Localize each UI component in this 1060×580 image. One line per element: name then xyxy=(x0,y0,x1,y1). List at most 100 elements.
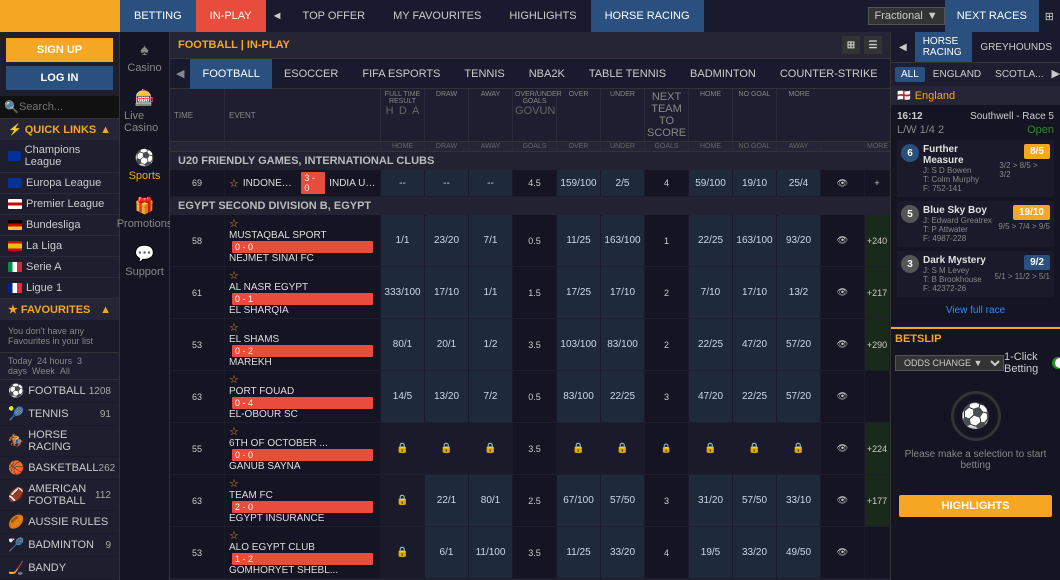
view-full-race[interactable]: View full race xyxy=(897,301,1054,320)
m63a-away[interactable]: 7/2 xyxy=(469,371,513,422)
side-nav-promotions[interactable]: 🎁 Promotions xyxy=(120,190,169,236)
m63b-away[interactable]: 80/1 xyxy=(469,475,513,526)
match-69-nts-away[interactable]: 25/4 xyxy=(777,170,821,196)
m58-nts-ng[interactable]: 163/100 xyxy=(733,215,777,266)
m53b-draw[interactable]: 6/1 xyxy=(425,527,469,578)
quick-link-seriea[interactable]: Serie A xyxy=(0,257,119,278)
tab-football[interactable]: FOOTBALL xyxy=(190,59,271,89)
m61-star[interactable]: ☆ xyxy=(229,269,376,282)
m63a-more[interactable] xyxy=(865,371,890,422)
m61-draw[interactable]: 17/10 xyxy=(425,267,469,318)
m53b-star[interactable]: ☆ xyxy=(229,529,376,542)
m53a-home[interactable]: 80/1 xyxy=(381,319,425,370)
side-nav-live-casino[interactable]: 🎰 Live Casino xyxy=(120,82,169,140)
tab-table-tennis[interactable]: TABLE TENNIS xyxy=(577,59,678,89)
country-scotland[interactable]: SCOTLA... xyxy=(989,67,1049,82)
m61-eye[interactable]: 👁 xyxy=(821,267,865,318)
sport-badminton[interactable]: 🏸BADMINTON 9 xyxy=(0,534,119,557)
m63b-under[interactable]: 57/50 xyxy=(601,475,645,526)
m63b-star[interactable]: ☆ xyxy=(229,477,376,490)
tab-badminton[interactable]: BADMINTON xyxy=(678,59,768,89)
one-click-toggle[interactable] xyxy=(1052,357,1060,369)
side-nav-sports[interactable]: ⚽ Sports xyxy=(120,142,169,188)
nav-my-favourites[interactable]: MY FAVOURITES xyxy=(379,0,495,32)
match-row-58[interactable]: 58 ☆ MUSTAQBAL SPORT 0 - 0 NEJMET SINAI … xyxy=(170,215,890,267)
m53a-star[interactable]: ☆ xyxy=(229,321,376,334)
side-nav-support[interactable]: 💬 Support xyxy=(120,238,169,284)
m53a-nts-ng[interactable]: 47/20 xyxy=(733,319,777,370)
tab-tennis[interactable]: TENNIS xyxy=(452,59,516,89)
match-row-55[interactable]: 55 ☆ 6TH OF OCTOBER ... 0 - 0 GANUB SAYN… xyxy=(170,423,890,475)
m63b-nts-ng[interactable]: 57/50 xyxy=(733,475,777,526)
match-69-more[interactable]: + xyxy=(865,170,890,196)
nav-betting[interactable]: BETTING xyxy=(120,0,196,32)
m63b-nts-h[interactable]: 31/20 xyxy=(689,475,733,526)
nav-highlights[interactable]: HIGHLIGHTS xyxy=(495,0,590,32)
m63a-nts-h[interactable]: 47/20 xyxy=(689,371,733,422)
m63b-more[interactable]: +177 xyxy=(865,475,890,526)
m53b-nts-ng[interactable]: 33/20 xyxy=(733,527,777,578)
tab-greyhounds[interactable]: GREYHOUNDS xyxy=(972,38,1060,57)
m53a-more[interactable]: +290 xyxy=(865,319,890,370)
quick-link-champions[interactable]: Champions League xyxy=(0,140,119,173)
m63b-eye[interactable]: 👁 xyxy=(821,475,865,526)
sport-bandy[interactable]: 🏒BANDY xyxy=(0,557,119,580)
tab-nba2k[interactable]: NBA2K xyxy=(517,59,577,89)
highlights-right-button[interactable]: HIGHLIGHTS xyxy=(899,495,1052,517)
m58-home[interactable]: 1/1 xyxy=(381,215,425,266)
match-row-63b[interactable]: 63 ☆ TEAM FC 2 - 0 EGYPT INSURANCE 🔒 22/… xyxy=(170,475,890,527)
fractional-selector[interactable]: Fractional ▼ xyxy=(868,7,945,25)
tab-horse-racing-right[interactable]: HORSE RACING xyxy=(915,32,973,62)
m53b-away[interactable]: 11/100 xyxy=(469,527,513,578)
quick-link-europa[interactable]: Europa League xyxy=(0,173,119,194)
right-panel-arrow[interactable]: ▶ xyxy=(1052,67,1060,82)
m58-nts-h[interactable]: 22/25 xyxy=(689,215,733,266)
runner-5-odds[interactable]: 19/10 xyxy=(1013,205,1050,220)
m58-star[interactable]: ☆ xyxy=(229,217,376,230)
m61-nts-a[interactable]: 13/2 xyxy=(777,267,821,318)
m63a-star[interactable]: ☆ xyxy=(229,373,376,386)
m53b-over[interactable]: 11/25 xyxy=(557,527,601,578)
match-69-under[interactable]: 2/5 xyxy=(601,170,645,196)
quick-link-bundesliga[interactable]: Bundesliga xyxy=(0,215,119,236)
logo[interactable]: betiton xyxy=(0,0,120,32)
country-all[interactable]: ALL xyxy=(895,67,925,82)
nav-in-play[interactable]: IN-PLAY xyxy=(196,0,266,32)
match-row-63a[interactable]: 63 ☆ PORT FOUAD 0 - 4 EL-OBOUR SC 14/5 1… xyxy=(170,371,890,423)
runner-3-odds[interactable]: 9/2 xyxy=(1024,255,1050,270)
m58-draw[interactable]: 23/20 xyxy=(425,215,469,266)
m53b-under[interactable]: 33/20 xyxy=(601,527,645,578)
m63a-over[interactable]: 83/100 xyxy=(557,371,601,422)
nav-left-arrow[interactable]: ◀ xyxy=(891,38,915,57)
m63b-draw[interactable]: 22/1 xyxy=(425,475,469,526)
sport-tennis[interactable]: 🎾TENNIS 91 xyxy=(0,403,119,426)
sign-up-button[interactable]: SIGN UP xyxy=(6,38,113,62)
country-england[interactable]: ENGLAND xyxy=(927,67,987,82)
m58-over[interactable]: 11/25 xyxy=(557,215,601,266)
quick-link-ligue1[interactable]: Ligue 1 xyxy=(0,278,119,299)
m63a-eye[interactable]: 👁 xyxy=(821,371,865,422)
match-row-61[interactable]: 61 ☆ AL NASR EGYPT 0 - 1 EL SHARQIA 333/… xyxy=(170,267,890,319)
races-grid-icon[interactable]: ⊞ xyxy=(1039,10,1060,23)
m63a-under[interactable]: 22/25 xyxy=(601,371,645,422)
match-69-star[interactable]: ☆ xyxy=(229,177,239,190)
nav-top-offer[interactable]: TOP OFFER xyxy=(289,0,380,32)
m53b-more[interactable] xyxy=(865,527,890,578)
m61-more[interactable]: +217 xyxy=(865,267,890,318)
tab-esoccer[interactable]: ESOCCER xyxy=(272,59,350,89)
m61-nts-h[interactable]: 7/10 xyxy=(689,267,733,318)
favourites-header[interactable]: ★ FAVOURITES ▲ xyxy=(0,299,119,320)
m63b-nts-a[interactable]: 33/10 xyxy=(777,475,821,526)
m63a-nts-ng[interactable]: 22/25 xyxy=(733,371,777,422)
match-69-home[interactable]: -- xyxy=(381,170,425,196)
tabs-left-arrow[interactable]: ◀ xyxy=(170,59,190,89)
match-row-53b[interactable]: 53 ☆ ALO EGYPT CLUB 1 - 2 GOMHORYET SHEB… xyxy=(170,527,890,579)
m63a-nts-a[interactable]: 57/20 xyxy=(777,371,821,422)
m55-eye[interactable]: 👁 xyxy=(821,423,865,474)
m53a-draw[interactable]: 20/1 xyxy=(425,319,469,370)
m61-away[interactable]: 1/1 xyxy=(469,267,513,318)
m58-eye[interactable]: 👁 xyxy=(821,215,865,266)
runner-6-odds[interactable]: 8/5 xyxy=(1024,144,1050,159)
m53a-under[interactable]: 83/100 xyxy=(601,319,645,370)
m53b-nts-a[interactable]: 49/50 xyxy=(777,527,821,578)
